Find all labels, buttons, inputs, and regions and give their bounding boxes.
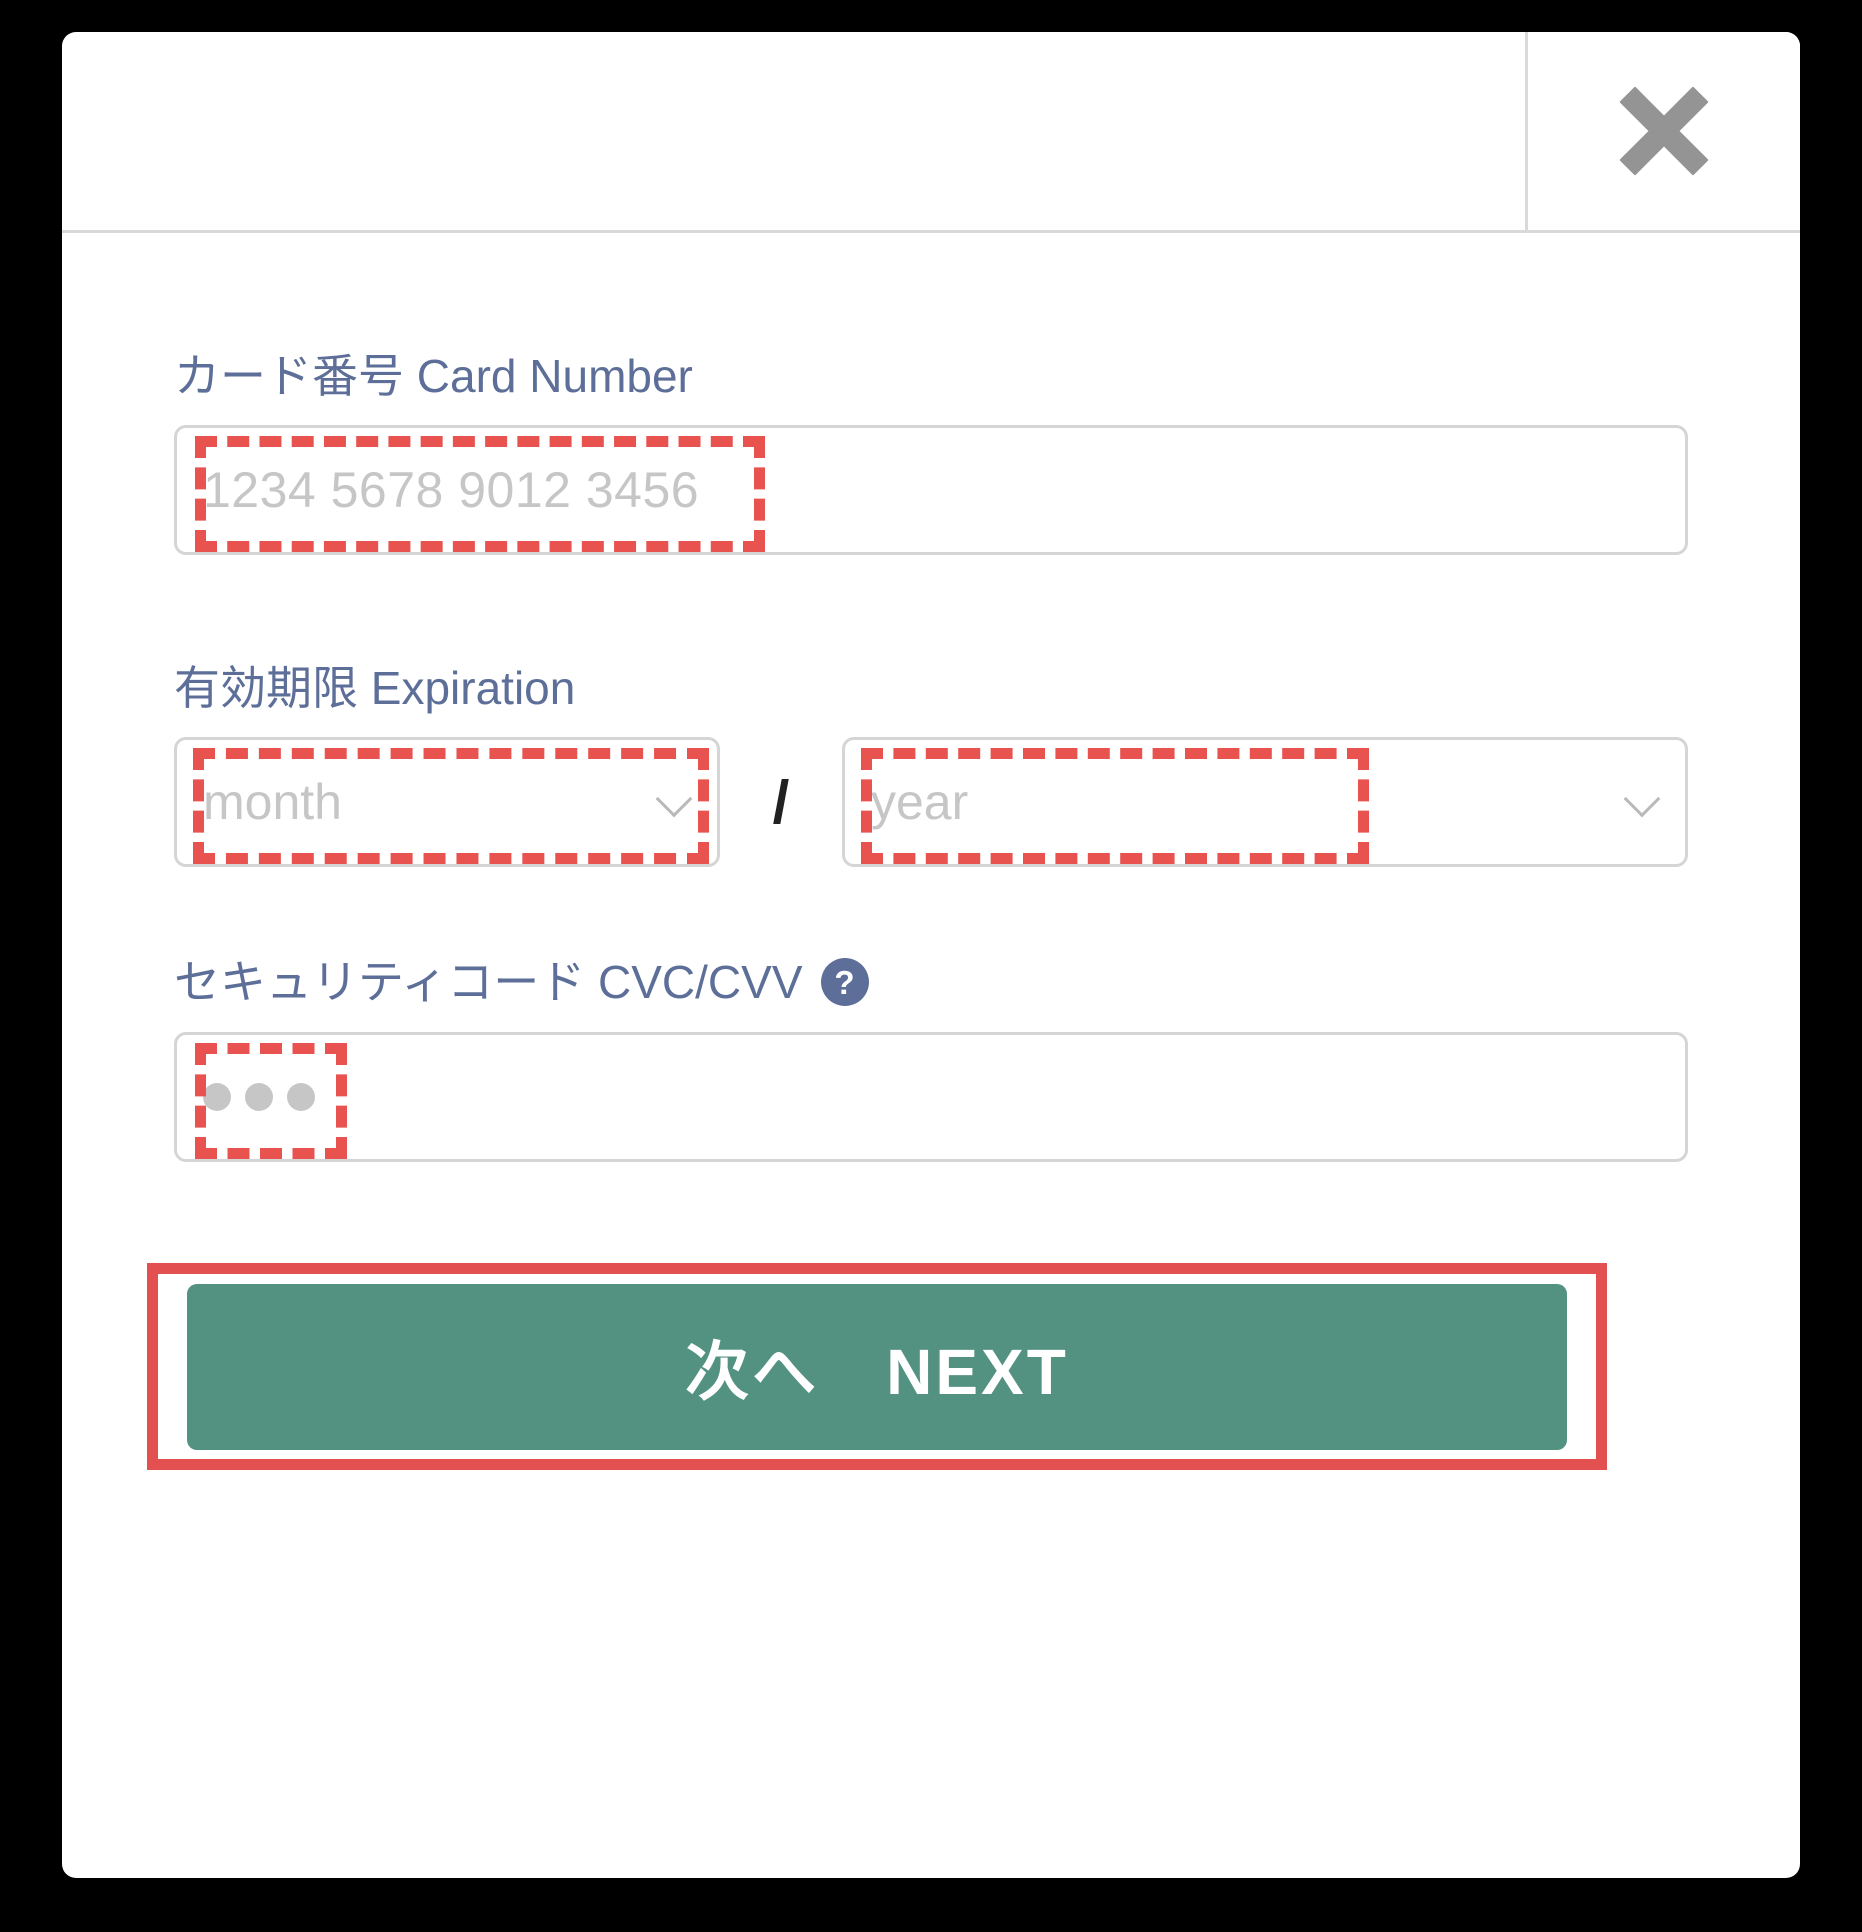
modal-header	[62, 32, 1800, 233]
expiration-label: 有効期限 Expiration	[174, 662, 576, 714]
cvc-label-text: セキュリティコード CVC/CVV	[174, 956, 803, 1008]
modal-body: カード番号 Card Number 1234 5678 9012 3456 有効…	[62, 233, 1800, 1878]
expiration-month-placeholder: month	[203, 774, 342, 830]
next-button[interactable]: 次へ NEXT	[187, 1283, 1567, 1450]
close-button[interactable]	[1525, 32, 1800, 230]
expiration-field-group: 有効期限 Expiration month / year	[174, 665, 1688, 867]
chevron-down-icon	[1623, 780, 1661, 818]
cvc-input[interactable]	[174, 1032, 1688, 1162]
modal-title	[62, 32, 1525, 230]
cvc-label: セキュリティコード CVC/CVV ?	[174, 958, 1688, 1006]
expiration-month-select[interactable]: month	[174, 737, 720, 867]
expiration-year-col: year	[842, 737, 1688, 867]
cvc-masked-value	[203, 1083, 315, 1111]
expiration-year-placeholder: year	[871, 774, 969, 830]
card-number-placeholder: 1234 5678 9012 3456	[203, 462, 700, 518]
cvc-dot	[245, 1083, 273, 1111]
close-icon	[1614, 81, 1714, 181]
cvc-dot	[287, 1083, 315, 1111]
card-number-input[interactable]: 1234 5678 9012 3456	[174, 425, 1688, 555]
expiration-row: month / year	[174, 737, 1688, 867]
payment-modal: カード番号 Card Number 1234 5678 9012 3456 有効…	[62, 32, 1800, 1878]
expiration-separator: /	[772, 768, 790, 836]
card-number-field-group: カード番号 Card Number 1234 5678 9012 3456	[174, 353, 1688, 555]
expiration-month-col: month	[174, 737, 720, 867]
cvc-field-group: セキュリティコード CVC/CVV ?	[174, 958, 1688, 1162]
chevron-down-icon	[655, 780, 693, 818]
expiration-year-select[interactable]: year	[842, 737, 1688, 867]
cvc-dot	[203, 1083, 231, 1111]
card-number-label: カード番号 Card Number	[174, 350, 693, 402]
help-icon[interactable]: ?	[820, 958, 869, 1006]
next-button-highlight: 次へ NEXT	[147, 1263, 1607, 1470]
